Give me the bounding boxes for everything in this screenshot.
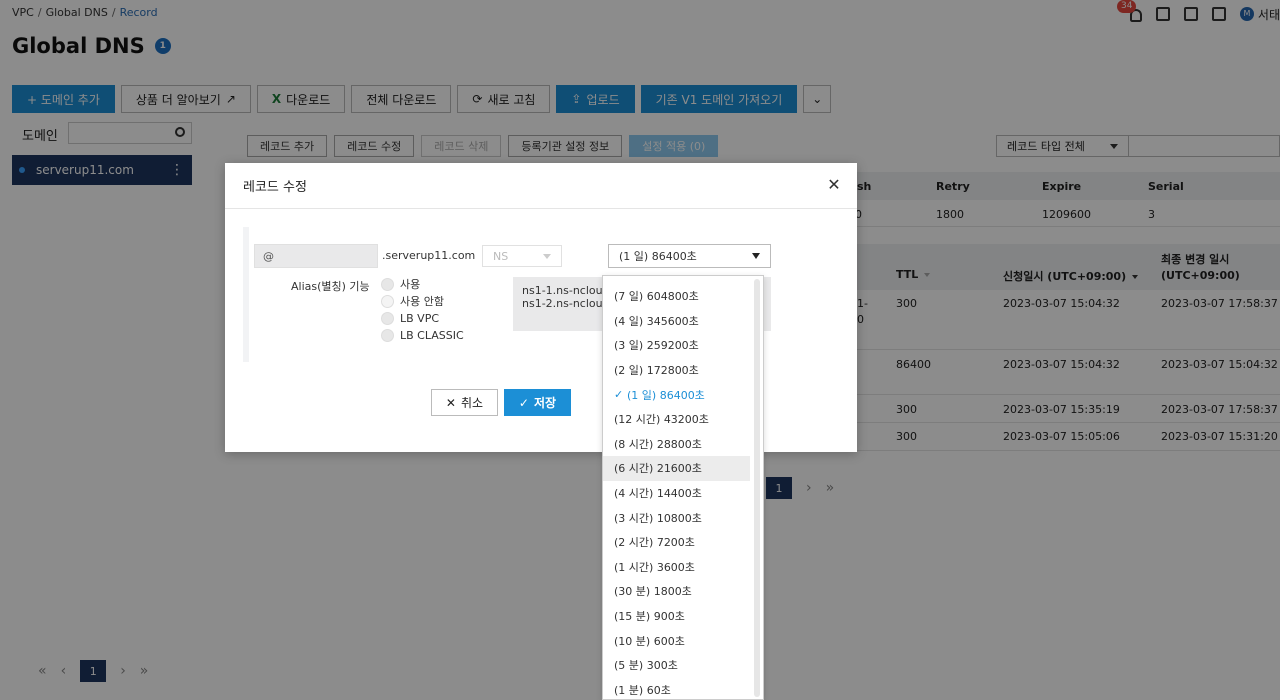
radio-label: 사용 xyxy=(400,278,421,291)
save-button[interactable]: ✓ 저장 xyxy=(504,389,571,416)
caret-down-icon xyxy=(752,253,760,259)
ttl-option-label: (7 일) 604800초 xyxy=(614,290,699,304)
ttl-option-label: (2 일) 172800초 xyxy=(614,364,699,378)
radio-label: 사용 안함 xyxy=(400,295,444,308)
alias-radio-lb-classic[interactable]: LB CLASSIC xyxy=(381,328,464,342)
ttl-option[interactable]: (3 일) 259200초 xyxy=(603,333,750,358)
record-type-select[interactable]: NS xyxy=(482,245,562,267)
ttl-option[interactable]: (8 시간) 28800초 xyxy=(603,432,750,457)
ttl-option[interactable]: (5 분) 300초 xyxy=(603,653,750,678)
radio-circle-icon xyxy=(381,277,394,291)
modal-title: 레코드 수정 xyxy=(243,180,307,195)
cancel-label: 취소 xyxy=(460,396,484,410)
ttl-option-label: (1 일) 86400초 xyxy=(627,388,705,402)
radio-label: LB CLASSIC xyxy=(400,328,464,342)
ttl-option-label: (15 분) 900초 xyxy=(614,610,685,624)
check-icon: ✓ xyxy=(614,388,624,402)
ttl-option[interactable]: (30 분) 1800초 xyxy=(603,579,750,604)
caret-down-icon xyxy=(543,254,551,259)
ttl-option-label: (4 일) 345600초 xyxy=(614,314,699,328)
ttl-option[interactable]: (2 시간) 7200초 xyxy=(603,530,750,555)
ttl-option[interactable]: (10 분) 600초 xyxy=(603,628,750,653)
ttl-option-hovered[interactable]: (6 시간) 21600초 xyxy=(603,456,750,481)
save-label: 저장 xyxy=(533,396,557,410)
ttl-option[interactable]: (15 분) 900초 xyxy=(603,604,750,629)
alias-radio-lb-vpc[interactable]: LB VPC xyxy=(381,311,464,325)
radio-circle-icon xyxy=(381,294,394,308)
ttl-option-label: (3 시간) 10800초 xyxy=(614,511,702,525)
radio-label: LB VPC xyxy=(400,311,440,325)
ttl-option[interactable]: (2 일) 172800초 xyxy=(603,358,750,383)
ttl-option-label: (6 시간) 21600초 xyxy=(614,462,702,476)
radio-circle-icon xyxy=(381,311,394,325)
ttl-option-label: (1 분) 60초 xyxy=(614,683,671,697)
ttl-option[interactable]: (4 일) 345600초 xyxy=(603,309,750,334)
ttl-option-label: (30 분) 1800초 xyxy=(614,585,692,599)
ttl-option-label: (3 일) 259200초 xyxy=(614,339,699,353)
ttl-option-label: (4 시간) 14400초 xyxy=(614,487,702,501)
ttl-dropdown-list: (7 일) 604800초 (4 일) 345600초 (3 일) 259200… xyxy=(602,275,764,700)
ttl-option[interactable]: (3 시간) 10800초 xyxy=(603,505,750,530)
ttl-option[interactable]: (1 분) 60초 xyxy=(603,678,750,700)
dropdown-scrollbar[interactable] xyxy=(754,279,760,697)
domain-suffix: .serverup11.com xyxy=(382,249,476,262)
record-name-input[interactable]: @ xyxy=(254,244,378,268)
alias-radio-not-use[interactable]: 사용 안함 xyxy=(381,294,464,308)
ttl-option-label: (12 시간) 43200초 xyxy=(614,413,709,427)
close-icon: ✕ xyxy=(445,395,456,410)
ttl-option-label: (10 분) 600초 xyxy=(614,634,685,648)
ttl-select[interactable]: (1 일) 86400초 xyxy=(608,244,771,268)
ttl-option-label: (2 시간) 7200초 xyxy=(614,536,695,550)
ttl-option[interactable]: (7 일) 604800초 xyxy=(603,284,750,309)
ttl-option-label: (8 시간) 28800초 xyxy=(614,437,702,451)
ttl-option-label: (1 시간) 3600초 xyxy=(614,560,695,574)
alias-label: Alias(별칭) 기능 xyxy=(291,280,370,293)
ttl-option[interactable]: (1 시간) 3600초 xyxy=(603,555,750,580)
check-icon: ✓ xyxy=(518,395,529,410)
ttl-option-label: (5 분) 300초 xyxy=(614,659,678,673)
cancel-button[interactable]: ✕ 취소 xyxy=(431,389,498,416)
ttl-options: (7 일) 604800초 (4 일) 345600초 (3 일) 259200… xyxy=(603,276,763,700)
alias-radio-use[interactable]: 사용 xyxy=(381,277,464,291)
radio-circle-icon xyxy=(381,328,394,342)
record-type-value: NS xyxy=(493,249,509,263)
ttl-option-selected[interactable]: ✓ (1 일) 86400초 xyxy=(603,382,750,407)
modal-header: 레코드 수정 xyxy=(225,163,857,209)
alias-radio-group: 사용 사용 안함 LB VPC LB CLASSIC xyxy=(381,277,464,342)
ttl-selected-value: (1 일) 86400초 xyxy=(619,250,697,263)
ttl-option[interactable]: (12 시간) 43200초 xyxy=(603,407,750,432)
ttl-option[interactable]: (4 시간) 14400초 xyxy=(603,481,750,506)
close-icon[interactable]: ✕ xyxy=(827,177,841,193)
